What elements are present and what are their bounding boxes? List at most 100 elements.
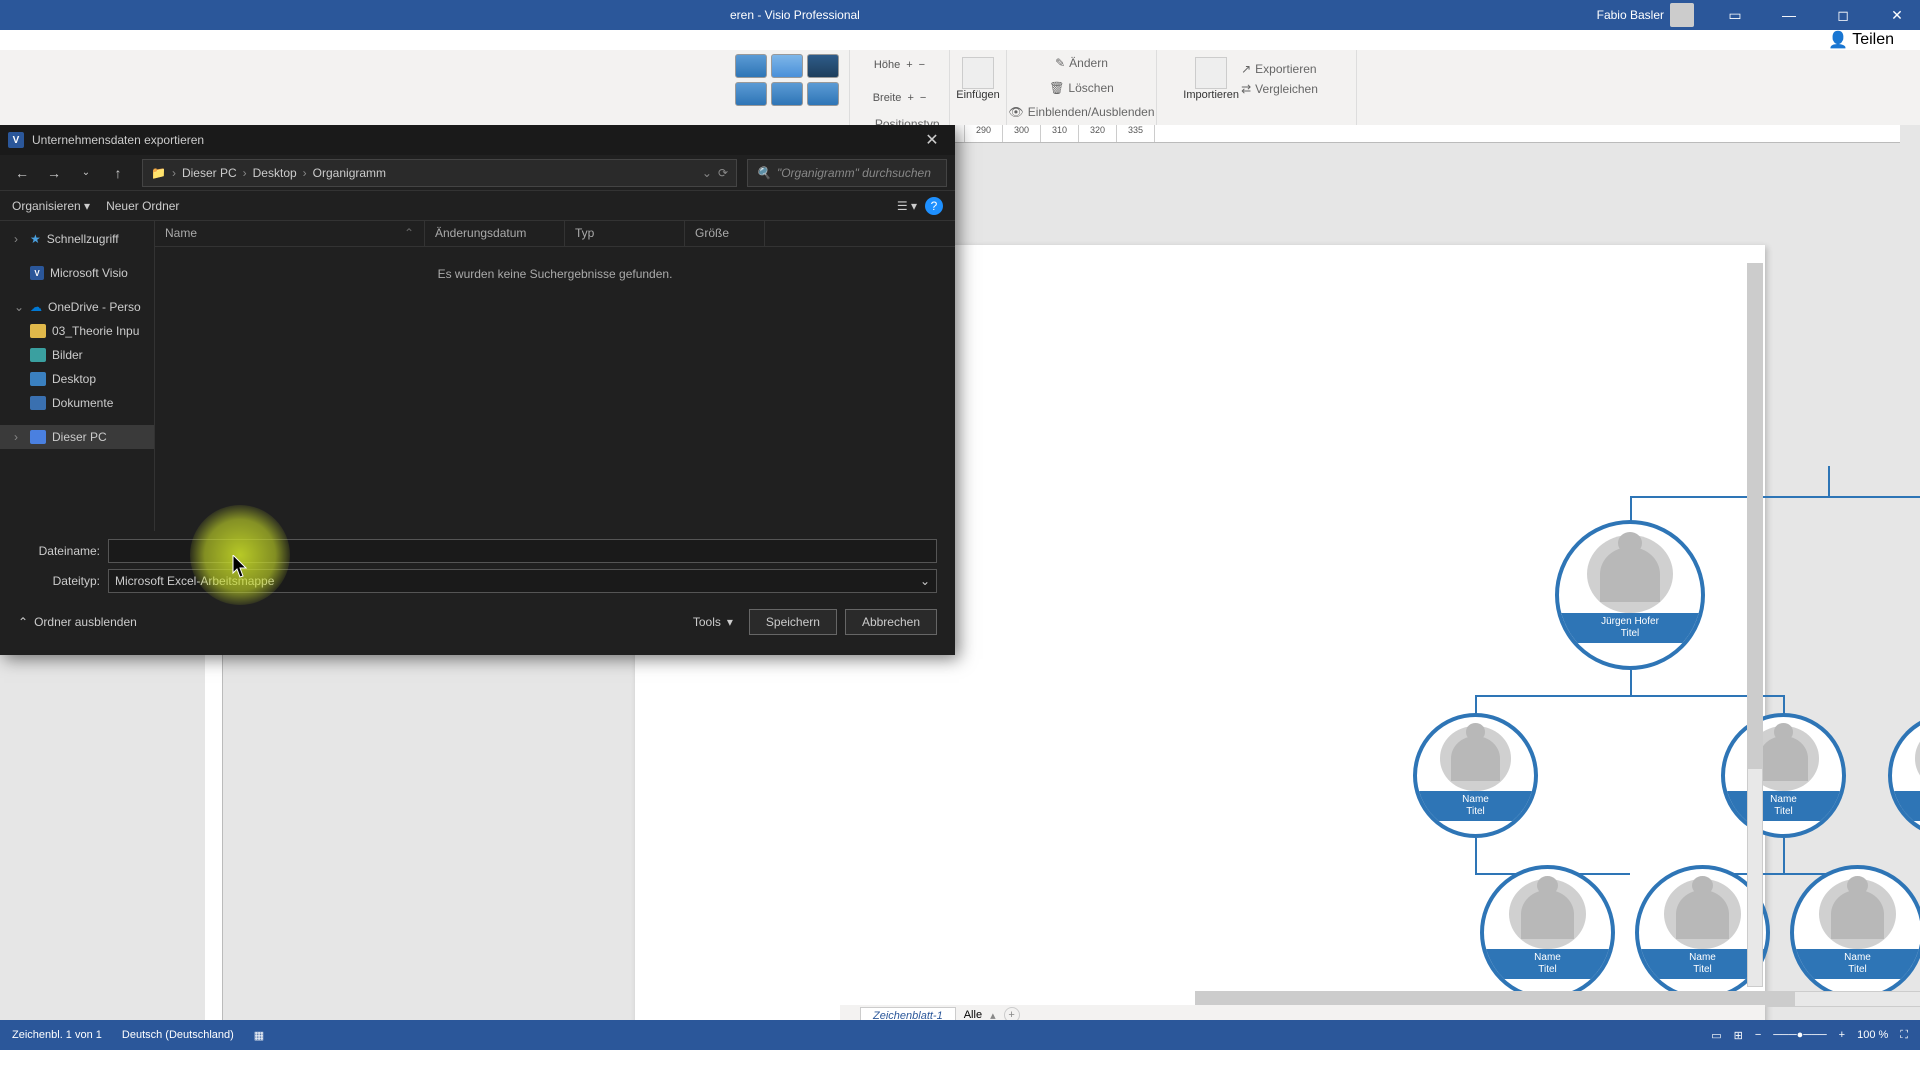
tree-onedrive[interactable]: ⌄☁OneDrive - Perso xyxy=(0,295,154,319)
org-node-l3[interactable]: NameTitel xyxy=(1888,713,1920,838)
change-button[interactable]: ✎Ändern xyxy=(1051,54,1112,72)
help-button[interactable]: ? xyxy=(925,197,943,215)
macro-icon[interactable]: ▦ xyxy=(254,1029,264,1042)
org-node-l4[interactable]: NameTitel xyxy=(1790,865,1920,1000)
nav-recent-button[interactable]: ⌄ xyxy=(72,159,100,187)
nav-forward-button[interactable]: → xyxy=(40,159,68,187)
shape-style-4[interactable] xyxy=(735,82,767,106)
org-node-l4[interactable]: NameTitel xyxy=(1480,865,1615,1000)
new-folder-button[interactable]: Neuer Ordner xyxy=(106,199,179,213)
org-node-l3[interactable]: NameTitel xyxy=(1721,713,1846,838)
export-button[interactable]: ↗Exportieren xyxy=(1237,60,1322,78)
tree-visio[interactable]: VMicrosoft Visio xyxy=(0,261,154,285)
save-button[interactable]: Speichern xyxy=(749,609,837,635)
fit-page-button[interactable]: ⛶ xyxy=(1900,1029,1908,1042)
org-node-l2a[interactable]: Jürgen HoferTitel xyxy=(1555,520,1705,670)
tree-theorie[interactable]: 03_Theorie Inpu xyxy=(0,319,154,343)
tree-dokumente[interactable]: Dokumente xyxy=(0,391,154,415)
height-minus[interactable]: − xyxy=(919,59,925,71)
organize-button[interactable]: Organisieren ▾ xyxy=(12,199,90,213)
org-connector xyxy=(1828,466,1830,496)
shape-style-5[interactable] xyxy=(771,82,803,106)
delete-button[interactable]: 🗑Löschen xyxy=(1045,79,1118,97)
dialog-nav: ← → ⌄ ↑ 📁 › Dieser PC › Desktop › Organi… xyxy=(0,155,955,191)
visio-titlebar: eren - Visio Professional Fabio Basler ▭… xyxy=(0,0,1920,30)
view-mode-2[interactable]: ⊞ xyxy=(1734,1029,1743,1042)
file-list[interactable]: Name ⌃ Änderungsdatum Typ Größe Es wurde… xyxy=(155,221,955,531)
ribbon-options-button[interactable]: ▭ xyxy=(1712,0,1758,30)
nav-up-button[interactable]: ↑ xyxy=(104,159,132,187)
zoom-out-button[interactable]: − xyxy=(1755,1029,1761,1041)
nav-back-button[interactable]: ← xyxy=(8,159,36,187)
dialog-close-button[interactable]: ✕ xyxy=(917,125,947,155)
compare-button[interactable]: ⇄Vergleichen xyxy=(1237,80,1322,98)
zoom-in-button[interactable]: + xyxy=(1839,1029,1845,1041)
org-connector xyxy=(1475,838,1477,873)
search-icon: 🔍 xyxy=(756,166,771,180)
folder-tree[interactable]: ›★Schnellzugriff VMicrosoft Visio ⌄☁OneD… xyxy=(0,221,155,531)
tree-desktop[interactable]: Desktop xyxy=(0,367,154,391)
tools-button[interactable]: Tools ▾ xyxy=(685,611,741,633)
address-bar[interactable]: 📁 › Dieser PC › Desktop › Organigramm ⌄ … xyxy=(142,159,737,187)
org-title: Titel xyxy=(1559,628,1701,640)
height-plus[interactable]: + xyxy=(906,59,912,71)
tree-bilder[interactable]: Bilder xyxy=(0,343,154,367)
column-size[interactable]: Größe xyxy=(685,221,765,246)
chevron-down-icon: ▾ xyxy=(727,615,733,629)
user-account[interactable]: Fabio Basler xyxy=(1597,3,1694,27)
import-button[interactable]: Importieren xyxy=(1191,54,1231,104)
save-dialog: V Unternehmensdaten exportieren ✕ ← → ⌄ … xyxy=(0,125,955,655)
search-input[interactable]: 🔍 "Organigramm" durchsuchen xyxy=(747,159,947,187)
delete-icon: 🗑 xyxy=(1049,81,1064,95)
shape-style-1[interactable] xyxy=(735,54,767,78)
hide-folders-toggle[interactable]: ⌃ Ordner ausblenden xyxy=(18,615,137,629)
empty-message: Es wurden keine Suchergebnisse gefunden. xyxy=(155,247,955,301)
canvas-area: 9010011012013014015016017018019020021022… xyxy=(0,125,1920,1050)
visio-icon: V xyxy=(30,266,44,280)
scrollbar-vertical[interactable] xyxy=(1747,263,1763,987)
cancel-button[interactable]: Abbrechen xyxy=(845,609,937,635)
org-connector xyxy=(1630,496,1920,498)
chevron-up-icon: ⌃ xyxy=(18,615,28,629)
language-indicator[interactable]: Deutsch (Deutschland) xyxy=(122,1029,234,1042)
page-indicator: Zeichenbl. 1 von 1 xyxy=(12,1029,102,1042)
dialog-titlebar[interactable]: V Unternehmensdaten exportieren ✕ xyxy=(0,125,955,155)
minimize-button[interactable]: — xyxy=(1766,0,1812,30)
org-node-l3[interactable]: NameTitel xyxy=(1413,713,1538,838)
folder-icon xyxy=(30,324,46,338)
chevron-down-icon: ⌄ xyxy=(920,574,930,588)
filename-label: Dateiname: xyxy=(18,544,108,558)
addressbar-dropdown-icon[interactable]: ⌄ xyxy=(702,166,712,180)
width-plus[interactable]: + xyxy=(907,92,913,104)
share-icon: 👤 xyxy=(1828,30,1848,50)
star-icon: ★ xyxy=(30,232,41,246)
view-options-button[interactable]: ☰ ▾ xyxy=(897,199,917,213)
refresh-icon[interactable]: ⟳ xyxy=(718,166,728,180)
column-date[interactable]: Änderungsdatum xyxy=(425,221,565,246)
share-button[interactable]: 👤 Teilen xyxy=(1818,26,1904,54)
scrollbar-thumb-horizontal[interactable] xyxy=(1196,992,1795,1006)
dialog-toolbar: Organisieren ▾ Neuer Ordner ☰ ▾ ? xyxy=(0,191,955,221)
width-minus[interactable]: − xyxy=(920,92,926,104)
breadcrumb-item[interactable]: Organigramm xyxy=(313,166,386,180)
column-type[interactable]: Typ xyxy=(565,221,685,246)
insert-button[interactable]: Einfügen xyxy=(958,54,998,104)
filetype-value: Microsoft Excel-Arbeitsmappe xyxy=(115,574,274,588)
column-name[interactable]: Name ⌃ xyxy=(155,221,425,246)
zoom-level[interactable]: 100 % xyxy=(1857,1029,1888,1041)
avatar xyxy=(1670,3,1694,27)
insert-icon xyxy=(962,57,994,89)
breadcrumb-item[interactable]: Dieser PC xyxy=(182,166,237,180)
folder-icon xyxy=(30,396,46,410)
breadcrumb-item[interactable]: Desktop xyxy=(253,166,297,180)
tree-quickaccess[interactable]: ›★Schnellzugriff xyxy=(0,227,154,251)
tree-thispc[interactable]: ›Dieser PC xyxy=(0,425,154,449)
share-label: Teilen xyxy=(1852,31,1894,49)
showHide-button[interactable]: 👁Einblenden/Ausblenden xyxy=(1005,103,1159,121)
scrollbar-thumb-vertical[interactable] xyxy=(1748,264,1762,769)
shape-style-3[interactable] xyxy=(807,54,839,78)
shape-style-6[interactable] xyxy=(807,82,839,106)
zoom-slider[interactable]: ───●─── xyxy=(1773,1029,1826,1041)
shape-style-2[interactable] xyxy=(771,54,803,78)
view-mode-1[interactable]: ▭ xyxy=(1711,1029,1721,1042)
